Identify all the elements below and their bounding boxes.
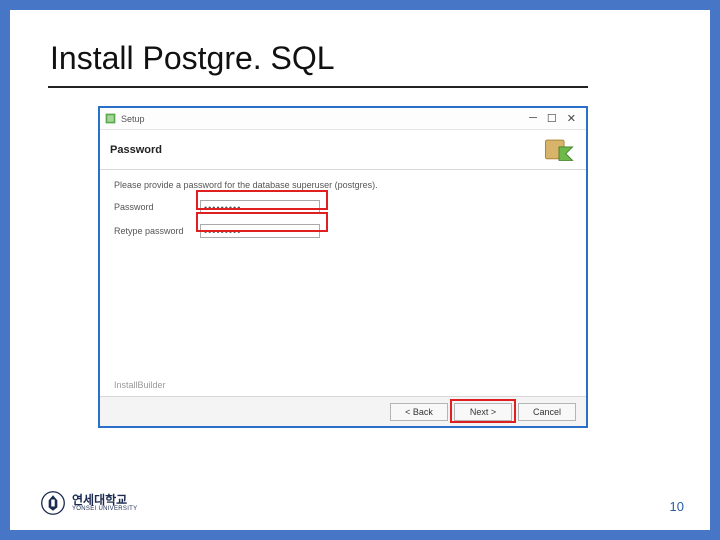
password-input[interactable]: ••••••••• bbox=[200, 200, 320, 214]
next-button[interactable]: Next > bbox=[454, 403, 512, 421]
app-icon bbox=[104, 112, 117, 125]
wizard-step-title: Password bbox=[110, 144, 162, 156]
installer-logo-icon bbox=[542, 135, 576, 165]
close-icon[interactable]: ✕ bbox=[567, 112, 576, 125]
back-button[interactable]: < Back bbox=[390, 403, 448, 421]
minimize-icon[interactable]: ─ bbox=[529, 112, 537, 125]
page-number: 10 bbox=[670, 499, 684, 514]
window-title: Setup bbox=[121, 114, 145, 124]
slide-title: Install Postgre. SQL bbox=[50, 40, 335, 77]
wizard-header: Password bbox=[100, 130, 586, 170]
university-name-en: YONSEI UNIVERSITY bbox=[72, 506, 137, 512]
password-label: Password bbox=[114, 202, 200, 212]
university-text: 연세대학교 YONSEI UNIVERSITY bbox=[72, 494, 137, 512]
wizard-footer: < Back Next > Cancel bbox=[100, 396, 586, 426]
slide-frame: Install Postgre. SQL Setup ─ ☐ ✕ Passwor… bbox=[0, 0, 720, 540]
installer-window: Setup ─ ☐ ✕ Password Please provide a pa… bbox=[98, 106, 588, 428]
university-logo: 연세대학교 YONSEI UNIVERSITY bbox=[40, 490, 137, 516]
wizard-body: Please provide a password for the databa… bbox=[100, 170, 586, 256]
maximize-icon[interactable]: ☐ bbox=[547, 112, 557, 125]
retype-row: Retype password ••••••••• bbox=[114, 222, 572, 240]
instruction-text: Please provide a password for the databa… bbox=[114, 180, 572, 190]
installbuilder-label: InstallBuilder bbox=[114, 380, 166, 390]
password-row: Password ••••••••• bbox=[114, 198, 572, 216]
university-seal-icon bbox=[40, 490, 66, 516]
title-underline bbox=[48, 86, 588, 88]
retype-label: Retype password bbox=[114, 226, 200, 236]
university-name-kr: 연세대학교 bbox=[72, 494, 137, 506]
window-titlebar: Setup ─ ☐ ✕ bbox=[100, 108, 586, 130]
window-controls: ─ ☐ ✕ bbox=[529, 112, 582, 125]
cancel-button[interactable]: Cancel bbox=[518, 403, 576, 421]
retype-input[interactable]: ••••••••• bbox=[200, 224, 320, 238]
